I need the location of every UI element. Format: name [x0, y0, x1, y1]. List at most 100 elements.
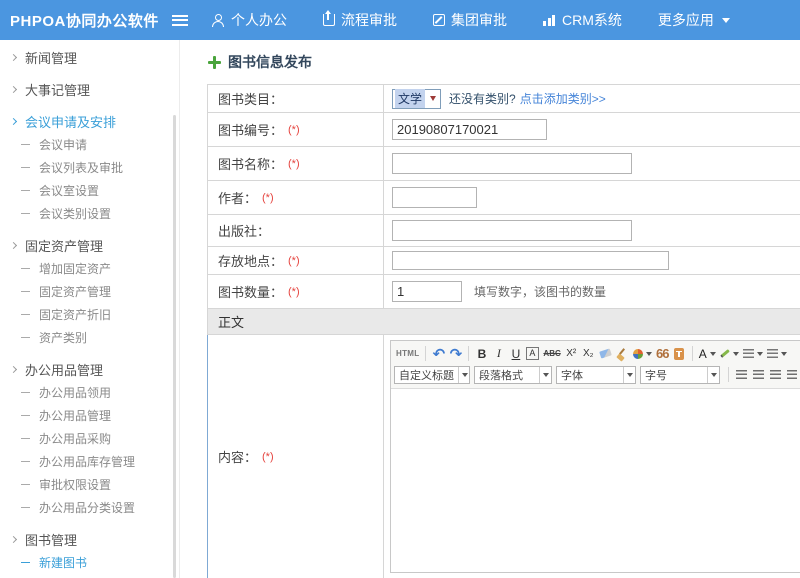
- sidebar-item-supplies-manage[interactable]: 办公用品管理: [0, 404, 179, 427]
- sidebar-item-meeting-list[interactable]: 会议列表及审批: [0, 156, 179, 179]
- editor-content-area[interactable]: [391, 389, 800, 572]
- sidebar-item-meeting-room[interactable]: 会议室设置: [0, 179, 179, 202]
- menu-item-more-apps[interactable]: 更多应用: [658, 10, 730, 30]
- caret-down-icon: [710, 352, 716, 356]
- sidebar-item-book-manage[interactable]: 图书管理: [0, 574, 179, 578]
- sidebar-scrollbar[interactable]: [173, 115, 176, 578]
- label-text: 存放地点：: [218, 251, 283, 270]
- compose-icon: [433, 14, 445, 26]
- custom-title-select[interactable]: 自定义标题: [394, 366, 470, 384]
- font-size-select[interactable]: 字号: [640, 366, 720, 384]
- sidebar-item-book-new[interactable]: 新建图书: [0, 551, 179, 574]
- add-category-link[interactable]: 点击添加类别>>: [520, 90, 606, 107]
- no-category-text: 还没有类别?: [449, 90, 516, 107]
- field-label: 图书名称： (*): [208, 147, 384, 180]
- font-family-select[interactable]: 字体: [556, 366, 636, 384]
- format-brush-button[interactable]: [614, 345, 631, 363]
- sidebar-item-asset-add[interactable]: 增加固定资产: [0, 257, 179, 280]
- sidebar-item-book-mgmt[interactable]: 图书管理: [0, 527, 179, 551]
- align-justify-button[interactable]: [784, 366, 797, 384]
- sidebar-item-events-mgmt[interactable]: 大事记管理: [0, 77, 179, 101]
- undo-button[interactable]: ↶: [430, 345, 447, 363]
- category-select[interactable]: 文学: [392, 89, 441, 109]
- autotypeset-glyph: A: [526, 347, 539, 360]
- blockquote-button[interactable]: 66: [654, 345, 671, 363]
- align-right-button[interactable]: [767, 366, 784, 384]
- dash-icon: [21, 438, 30, 439]
- autotypeset-button[interactable]: A: [524, 345, 541, 363]
- field-value: [384, 147, 800, 180]
- sidebar-item-supplies-category[interactable]: 办公用品分类设置: [0, 496, 179, 519]
- sidebar-item-supplies-claim[interactable]: 办公用品领用: [0, 381, 179, 404]
- editor-toolbar-row-2: 自定义标题 段落格式 字体: [394, 364, 797, 385]
- underline-button[interactable]: U: [507, 345, 524, 363]
- menu-item-group-approval[interactable]: 集团审批: [433, 10, 507, 30]
- author-input[interactable]: [392, 187, 477, 208]
- background-color-button[interactable]: [631, 345, 654, 363]
- ordered-list-icon: [743, 349, 754, 358]
- redo-button[interactable]: ↷: [447, 345, 464, 363]
- dash-icon: [21, 392, 30, 393]
- form-row-author: 作者： (*): [207, 181, 800, 215]
- menu-item-crm[interactable]: CRM系统: [543, 10, 622, 30]
- bold-button[interactable]: B: [473, 345, 490, 363]
- field-label: 图书编号： (*): [208, 113, 384, 146]
- book-no-input[interactable]: [392, 119, 547, 140]
- sidebar-item-asset-depreciation[interactable]: 固定资产折旧: [0, 303, 179, 326]
- menu-item-personal-office[interactable]: 个人办公: [212, 10, 287, 30]
- label-text: 作者：: [218, 188, 257, 207]
- superscript-button[interactable]: X²: [563, 345, 580, 363]
- html-source-button[interactable]: HTML: [394, 345, 421, 363]
- sidebar-item-assets-mgmt[interactable]: 固定资产管理: [0, 233, 179, 257]
- hamburger-menu-icon[interactable]: [172, 15, 188, 26]
- field-label: 内容： (*): [208, 335, 384, 578]
- select-caret: [623, 367, 633, 383]
- italic-button[interactable]: I: [490, 345, 507, 363]
- sidebar-nav: 新闻管理 大事记管理 会议申请及安排 会议申请 会议列表及审批: [0, 40, 180, 578]
- form-row-publisher: 出版社：: [207, 215, 800, 247]
- book-name-input[interactable]: [392, 153, 632, 174]
- sidebar-item-meeting-category[interactable]: 会议类别设置: [0, 202, 179, 225]
- caret-down-icon: [543, 373, 549, 377]
- chevron-right-icon: [10, 241, 17, 248]
- unordered-list-button[interactable]: [765, 345, 789, 363]
- align-center-button[interactable]: [750, 366, 767, 384]
- required-mark: (*): [262, 451, 274, 463]
- select-caret-icon: [430, 96, 436, 101]
- sidebar-group-events: 大事记管理: [0, 77, 179, 101]
- align-left-button[interactable]: [733, 366, 750, 384]
- required-mark: (*): [288, 124, 300, 136]
- align-center-icon: [753, 370, 764, 379]
- required-mark: (*): [288, 255, 300, 267]
- sidebar-item-meeting-apply[interactable]: 会议申请: [0, 133, 179, 156]
- sidebar-item-supplies-purchase[interactable]: 办公用品采购: [0, 427, 179, 450]
- field-label: 作者： (*): [208, 181, 384, 214]
- highlight-pen-button[interactable]: [718, 345, 741, 363]
- sidebar-group-books: 图书管理 新建图书 图书管理: [0, 527, 179, 578]
- paste-plain-button[interactable]: [671, 345, 688, 363]
- sidebar-item-asset-category[interactable]: 资产类别: [0, 326, 179, 349]
- align-right-icon: [770, 370, 781, 379]
- quantity-input[interactable]: [392, 281, 462, 302]
- strikethrough-button[interactable]: ABC: [541, 345, 562, 363]
- rich-text-editor: HTML ↶ ↷ B I U A ABC X²: [390, 340, 800, 573]
- sidebar-group-meeting: 会议申请及安排 会议申请 会议列表及审批 会议室设置 会议类别设置: [0, 109, 179, 225]
- menu-item-flow-approval[interactable]: 流程审批: [323, 10, 397, 30]
- paragraph-format-select[interactable]: 段落格式: [474, 366, 552, 384]
- font-color-button[interactable]: A: [697, 345, 718, 363]
- sidebar-item-approval-permission[interactable]: 审批权限设置: [0, 473, 179, 496]
- menu-label: 更多应用: [658, 10, 714, 30]
- subscript-button[interactable]: X₂: [580, 345, 597, 363]
- caret-down-icon: [733, 352, 739, 356]
- sidebar-item-news-mgmt[interactable]: 新闻管理: [0, 45, 179, 69]
- sidebar-item-asset-manage[interactable]: 固定资产管理: [0, 280, 179, 303]
- sidebar-item-meeting-mgmt[interactable]: 会议申请及安排: [0, 109, 179, 133]
- sidebar-item-supplies-mgmt[interactable]: 办公用品管理: [0, 357, 179, 381]
- sidebar-item-supplies-inventory[interactable]: 办公用品库存管理: [0, 450, 179, 473]
- label-text: 内容：: [218, 447, 257, 466]
- sidebar-item-label: 办公用品领用: [39, 384, 111, 401]
- eraser-button[interactable]: [597, 345, 614, 363]
- ordered-list-button[interactable]: [741, 345, 765, 363]
- location-input[interactable]: [392, 251, 669, 270]
- publisher-input[interactable]: [392, 220, 632, 241]
